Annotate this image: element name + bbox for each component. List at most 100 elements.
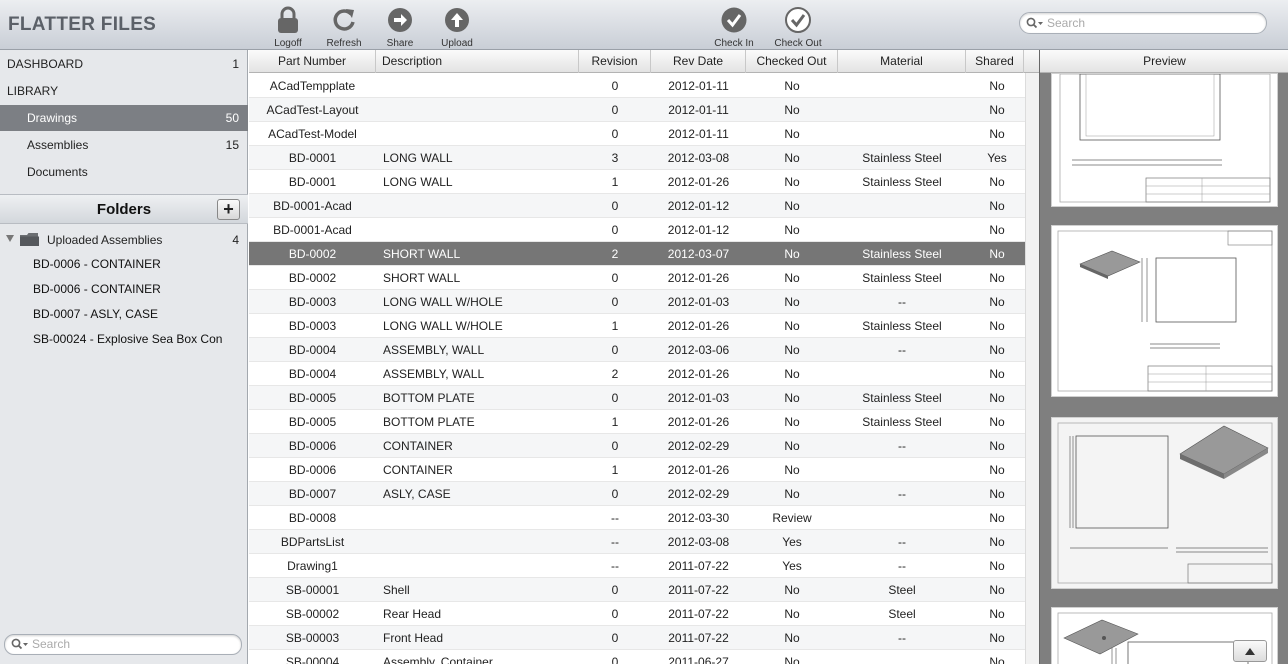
table-row[interactable]: BD-0002 SHORT WALL 0 2012-01-26 No Stainless … [249, 266, 1039, 290]
cell-shared: No [989, 535, 1005, 549]
cell-rev-date: 2012-01-26 [667, 367, 730, 381]
cell-material: -- [898, 559, 906, 573]
table-row[interactable]: BD-0001 LONG WALL 3 2012-03-08 No Stainless S… [249, 146, 1039, 170]
table-row[interactable]: SB-00004 Assembly, Container 0 2011-06-27 No… [249, 650, 1039, 664]
app-title: FLATTER FILES [8, 14, 157, 35]
cell-checked-out: No [784, 631, 800, 645]
table-row[interactable]: SB-00001 Shell 0 2011-07-22 No Steel No [249, 578, 1039, 602]
preview-pane: Preview [1039, 50, 1288, 664]
table-header: Part Number Description Revision Rev Dat… [249, 50, 1039, 73]
cell-checked-out: No [784, 607, 800, 621]
toolbar: FLATTER FILES Logoff Refresh Share Uploa… [0, 0, 1288, 50]
sidebar-item-label: DASHBOARD [7, 57, 84, 71]
cell-rev-date: 2012-03-30 [667, 511, 730, 525]
cell-material: Stainless Steel [862, 319, 942, 333]
check-out-button[interactable]: Check Out [770, 5, 826, 49]
table-row[interactable]: BD-0002 SHORT WALL 2 2012-03-07 No Stainless … [249, 242, 1039, 266]
sidebar-search-input[interactable]: Search [4, 634, 242, 655]
cell-description [383, 74, 578, 98]
cell-checked-out: No [784, 103, 800, 117]
cell-revision: 0 [611, 607, 619, 621]
cell-revision: -- [611, 511, 619, 525]
cell-checked-out: No [784, 79, 800, 93]
cell-description: Shell [383, 583, 410, 597]
table-row[interactable]: BD-0004 ASSEMBLY, WALL 0 2012-03-06 No -- No [249, 338, 1039, 362]
preview-thumbnail[interactable] [1051, 225, 1278, 397]
table-row[interactable]: ACadTest-Model 0 2012-01-11 No No [249, 122, 1039, 146]
cell-checked-out: No [784, 271, 800, 285]
table-row[interactable]: BD-0006 CONTAINER 0 2012-02-29 No -- No [249, 434, 1039, 458]
sidebar-item-dashboard[interactable]: DASHBOARD 1 [0, 51, 248, 77]
preview-thumbnail[interactable] [1051, 73, 1278, 207]
cell-rev-date: 2012-01-03 [667, 295, 730, 309]
table-row[interactable]: BD-0004 ASSEMBLY, WALL 2 2012-01-26 No No [249, 362, 1039, 386]
column-header-checked-out[interactable]: Checked Out [746, 50, 838, 73]
cell-description: Assembly, Container [383, 655, 493, 664]
table-row[interactable]: BD-0007 ASLY, CASE 0 2012-02-29 No -- No [249, 482, 1039, 506]
folder-uploaded-assemblies[interactable]: Uploaded Assemblies 4 [0, 230, 248, 250]
table-row[interactable]: BDPartsList -- 2012-03-08 Yes -- No [249, 530, 1039, 554]
cell-rev-date: 2011-07-22 [668, 607, 729, 621]
table-row[interactable]: BD-0001-Acad 0 2012-01-12 No No [249, 194, 1039, 218]
table-row[interactable]: BD-0008 -- 2012-03-30 Review No [249, 506, 1039, 530]
cell-rev-date: 2012-01-26 [667, 319, 730, 333]
cell-material: Stainless Steel [862, 247, 942, 261]
cell-checked-out: Yes [782, 535, 802, 549]
table-row[interactable]: BD-0005 BOTTOM PLATE 0 2012-01-03 No Stainles… [249, 386, 1039, 410]
table-row[interactable]: BD-0003 LONG WALL W/HOLE 1 2012-01-26 No Stai… [249, 314, 1039, 338]
cell-description: LONG WALL [383, 175, 453, 189]
table-row[interactable]: Drawing1 -- 2011-07-22 Yes -- No [249, 554, 1039, 578]
column-header-revision[interactable]: Revision [579, 50, 651, 73]
table-row[interactable]: BD-0005 BOTTOM PLATE 1 2012-01-26 No Stainles… [249, 410, 1039, 434]
upload-button[interactable]: Upload [429, 5, 485, 49]
cell-revision: 0 [611, 199, 619, 213]
table-row[interactable]: SB-00003 Front Head 0 2011-07-22 No -- No [249, 626, 1039, 650]
cell-checked-out: Yes [782, 559, 802, 573]
cell-shared: No [989, 271, 1005, 285]
scroll-to-top-button[interactable] [1233, 640, 1267, 662]
cell-checked-out: No [784, 487, 800, 501]
check-out-label: Check Out [774, 38, 822, 49]
cell-part-number: BD-0007 [288, 487, 337, 501]
table-row[interactable]: ACadTest-Layout 0 2012-01-11 No No [249, 98, 1039, 122]
logoff-button[interactable]: Logoff [260, 5, 316, 49]
column-header-rev-date[interactable]: Rev Date [651, 50, 746, 73]
preview-thumbnail[interactable] [1051, 417, 1278, 589]
cell-material: Stainless Steel [862, 271, 942, 285]
table-row[interactable]: BD-0006 CONTAINER 1 2012-01-26 No No [249, 458, 1039, 482]
column-header-part-number[interactable]: Part Number [249, 50, 376, 73]
cell-part-number: BD-0005 [288, 415, 337, 429]
cell-description: ASSEMBLY, WALL [383, 367, 485, 381]
table-scrollbar[interactable] [1025, 73, 1039, 664]
preview-title: Preview [1040, 50, 1288, 73]
count-badge: 1 [232, 57, 239, 71]
folder-item[interactable]: BD-0006 - CONTAINER [33, 282, 161, 296]
cell-revision: 0 [611, 127, 619, 141]
table-row[interactable]: ACadTempplate 0 2012-01-11 No No [249, 74, 1039, 98]
cell-revision: 0 [611, 631, 619, 645]
add-folder-button[interactable]: + [217, 199, 240, 220]
table-row[interactable]: SB-00002 Rear Head 0 2011-07-22 No Steel No [249, 602, 1039, 626]
count-badge: 50 [225, 111, 239, 125]
folder-item[interactable]: SB-00024 - Explosive Sea Box Con [33, 332, 222, 346]
sidebar-item-assemblies[interactable]: Assemblies 15 [0, 132, 248, 158]
column-header-shared[interactable]: Shared [966, 50, 1024, 73]
table-row[interactable]: BD-0001 LONG WALL 1 2012-01-26 No Stainless S… [249, 170, 1039, 194]
check-in-button[interactable]: Check In [706, 5, 762, 49]
search-input[interactable]: Search [1019, 12, 1267, 34]
sidebar-item-library[interactable]: LIBRARY [0, 78, 248, 104]
column-header-description[interactable]: Description [376, 50, 579, 73]
share-button[interactable]: Share [372, 5, 428, 49]
cell-rev-date: 2012-01-26 [667, 463, 730, 477]
column-header-material[interactable]: Material [838, 50, 966, 73]
refresh-button[interactable]: Refresh [316, 5, 372, 49]
table-row[interactable]: BD-0001-Acad 0 2012-01-12 No No [249, 218, 1039, 242]
folder-item[interactable]: BD-0006 - CONTAINER [33, 257, 161, 271]
cell-shared: No [989, 559, 1005, 573]
table-row[interactable]: BD-0003 LONG WALL W/HOLE 0 2012-01-03 No -- No [249, 290, 1039, 314]
sidebar-item-documents[interactable]: Documents [0, 159, 248, 185]
folder-item[interactable]: BD-0007 - ASLY, CASE [33, 307, 158, 321]
cell-checked-out: No [784, 463, 800, 477]
sidebar-item-drawings[interactable]: Drawings 50 [0, 105, 248, 131]
cell-description: CONTAINER [383, 463, 453, 477]
